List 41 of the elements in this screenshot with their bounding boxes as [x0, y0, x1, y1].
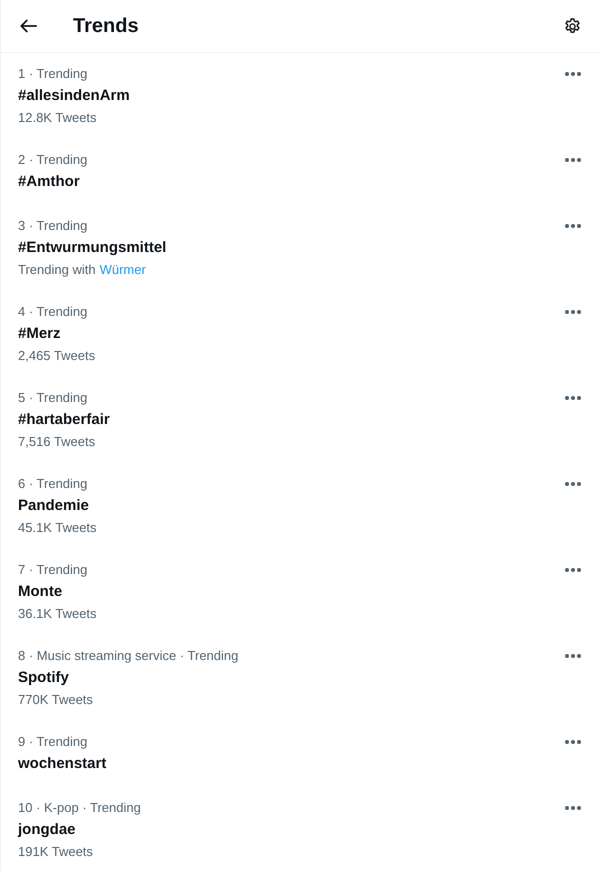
tweet-count: 45.1K Tweets	[18, 519, 97, 537]
more-icon[interactable]	[565, 396, 581, 400]
trend-name[interactable]: #hartaberfair	[18, 410, 110, 430]
back-arrow-icon[interactable]	[20, 19, 37, 33]
trend-name[interactable]: #Amthor	[18, 172, 80, 192]
trending-with-label: Trending with	[18, 261, 96, 279]
tweet-count: 12.8K Tweets	[18, 109, 97, 127]
trend-context: 9 · Trending	[18, 733, 88, 751]
settings-icon[interactable]	[563, 16, 582, 36]
tweet-count: 191K Tweets	[18, 843, 93, 861]
trend-name[interactable]: Pandemie	[18, 496, 89, 516]
trend-context: 7 · Trending	[18, 561, 88, 579]
trend-context: 5 · Trending	[18, 389, 88, 407]
tweet-count: 36.1K Tweets	[18, 605, 97, 623]
more-icon[interactable]	[565, 224, 581, 228]
trend-name[interactable]: #Merz	[18, 324, 61, 344]
more-icon[interactable]	[565, 158, 581, 162]
tweet-count: 2,465 Tweets	[18, 347, 96, 365]
trend-context: 10 · K-pop · Trending	[18, 799, 141, 817]
more-icon[interactable]	[565, 740, 581, 744]
trend-context: 8 · Music streaming service · Trending	[18, 647, 238, 665]
more-icon[interactable]	[565, 310, 581, 314]
trend-name[interactable]: Spotify	[18, 668, 69, 688]
more-icon[interactable]	[565, 482, 581, 486]
tweet-count: 770K Tweets	[18, 691, 93, 709]
trend-context: 3 · Trending	[18, 217, 88, 235]
trend-context: 1 · Trending	[18, 65, 88, 83]
more-icon[interactable]	[565, 72, 581, 76]
trend-context: 2 · Trending	[18, 151, 88, 169]
trend-name[interactable]: Monte	[18, 582, 62, 602]
trend-name[interactable]: #allesindenArm	[18, 86, 130, 106]
tweet-count: 7,516 Tweets	[18, 433, 96, 451]
trend-name[interactable]: #Entwurmungsmittel	[18, 238, 166, 258]
more-icon[interactable]	[565, 568, 581, 572]
trend-context: 4 · Trending	[18, 303, 88, 321]
more-icon[interactable]	[565, 654, 581, 658]
more-icon[interactable]	[565, 806, 581, 810]
trend-context: 6 · Trending	[18, 475, 88, 493]
trend-name[interactable]: jongdae	[18, 820, 76, 840]
page-title: Trends	[73, 14, 139, 39]
trend-name[interactable]: wochenstart	[18, 754, 106, 774]
